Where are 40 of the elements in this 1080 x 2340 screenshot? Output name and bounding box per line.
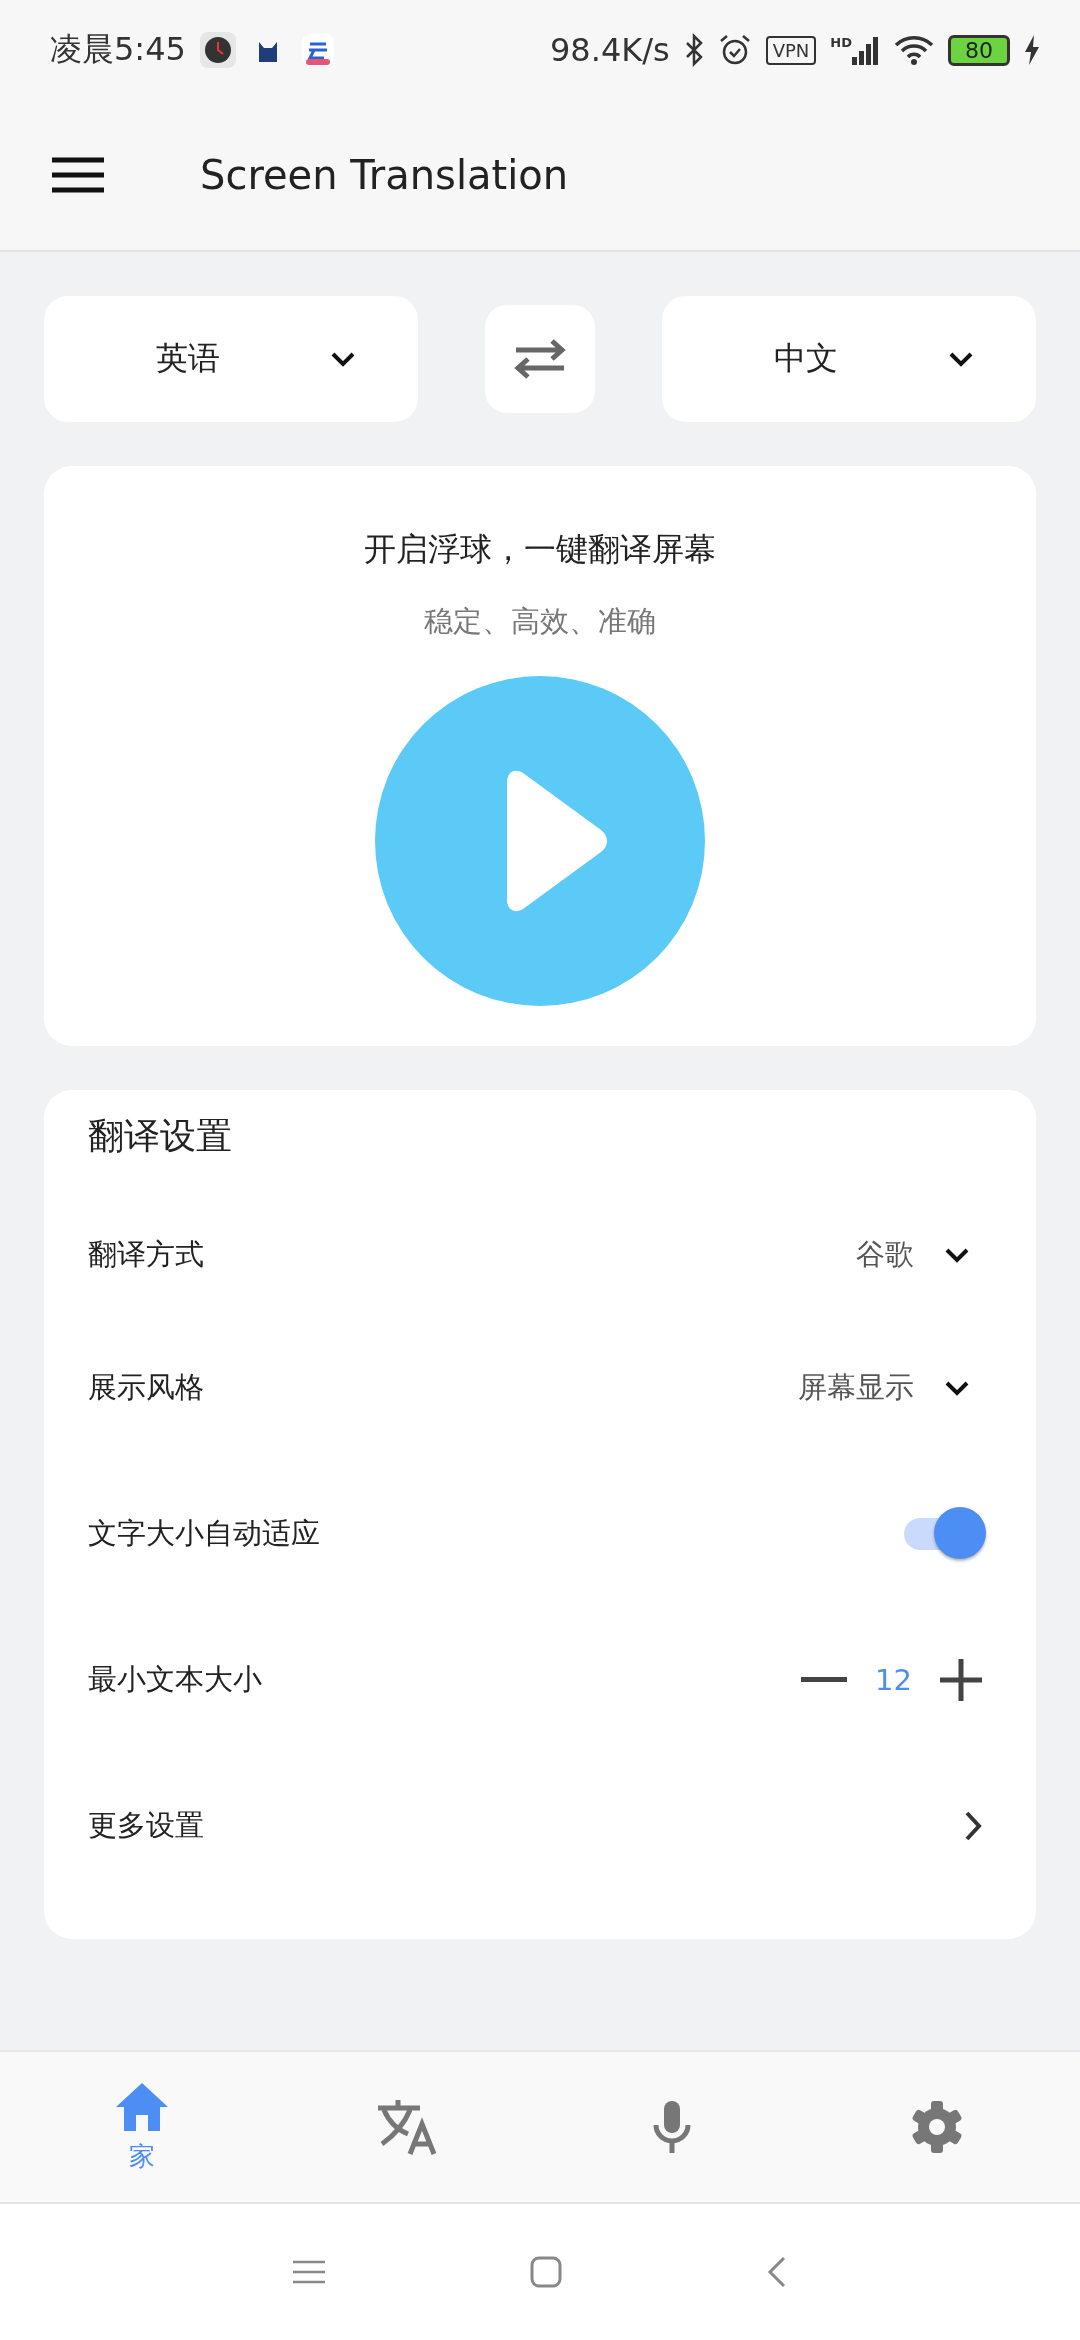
home-button-icon[interactable] [530,2256,562,2288]
translate-icon [376,2098,438,2156]
network-type: HD [830,35,852,50]
wifi-icon [894,34,934,66]
home-icon [114,2080,170,2133]
chevron-down-icon [330,351,356,367]
app-title: Screen Translation [200,152,569,198]
clock-app-icon [199,32,236,68]
status-time: 凌晨5:45 [50,29,186,70]
hero-subtitle: 稳定、高效、准确 [424,603,656,640]
settings-title: 翻译设置 [88,1114,233,1158]
chevron-down-icon [944,1380,970,1396]
setting-label: 更多设置 [88,1807,204,1844]
target-language-dropdown[interactable]: 中文 [662,296,1036,422]
chevron-down-icon [948,351,974,367]
setting-label: 翻译方式 [88,1236,204,1273]
setting-dropdown[interactable]: 屏幕显示 [798,1368,982,1408]
charging-icon [1024,35,1040,65]
swap-languages-button[interactable] [485,305,595,413]
microphone-icon [652,2099,692,2155]
setting-dropdown[interactable]: 谷歌 [856,1235,982,1275]
hero-title: 开启浮球，一键翻译屏幕 [364,529,716,570]
signal-icon [852,35,880,65]
setting-label: 最小文本大小 [88,1661,262,1698]
menu-icon[interactable] [52,157,104,193]
battery-indicator: 80 [948,34,1010,66]
minus-icon[interactable] [801,1677,848,1683]
network-speed: 98.4K/s [550,31,670,69]
stepper-value: 12 [875,1663,912,1697]
chevron-right-icon[interactable] [964,1810,982,1842]
cloud-app-icon [299,32,336,68]
setting-label: 展示风格 [88,1369,204,1406]
plus-icon[interactable] [940,1659,982,1701]
chevron-down-icon [944,1247,970,1263]
source-language-dropdown[interactable]: 英语 [44,296,418,422]
back-icon[interactable] [767,2256,787,2288]
vpn-indicator: VPN [765,35,817,65]
setting-label: 文字大小自动适应 [88,1515,320,1552]
swap-arrows-icon [512,338,568,380]
bluetooth-icon [683,33,704,67]
